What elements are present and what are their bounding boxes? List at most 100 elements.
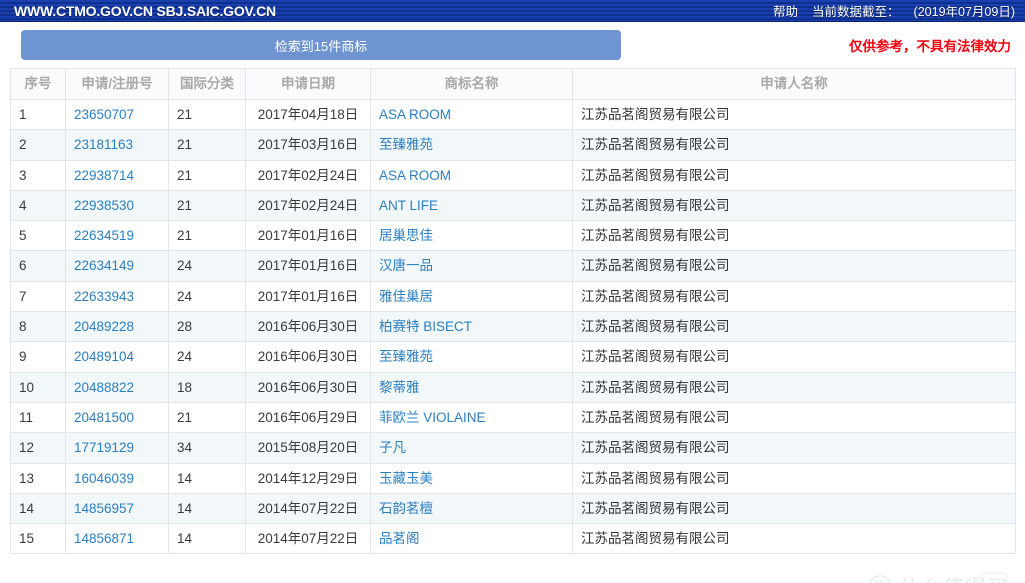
cell-intl-class: 21 [168,220,246,252]
cell-mark-name[interactable]: 雅佳巢居 [370,280,573,313]
cell-regno[interactable]: 20481500 [65,401,169,434]
trademark-name-link[interactable]: 柏赛特 BISECT [379,319,472,334]
trademark-name-link[interactable]: 菲欧兰 VIOLAINE [379,410,486,425]
results-table-container: 序号 申请/注册号 国际分类 申请日期 商标名称 申请人名称 1 23650707… [0,68,1025,555]
cell-seq: 13 [10,462,66,494]
cell-regno[interactable]: 22633943 [65,280,169,313]
cell-regno[interactable]: 23650707 [65,98,169,131]
cell-mark-name[interactable]: 汉唐一品 [370,250,573,282]
registration-number-link[interactable]: 22634149 [74,258,134,273]
cell-mark-name[interactable]: 柏赛特 BISECT [370,311,573,343]
registration-number-link[interactable]: 20481500 [74,410,134,425]
cell-intl-class: 24 [168,341,246,373]
cell-intl-class: 14 [168,492,246,525]
trademark-name-link[interactable]: 居巢思佳 [379,228,433,243]
trademark-name-link[interactable]: 玉藏玉美 [379,471,433,486]
table-row: 13 16046039 14 2014年12月29日 玉藏玉美 江苏品茗阁贸易有限公司 [10,462,1016,494]
cell-mark-name[interactable]: 黎蒂雅 [370,371,573,403]
cell-apply-date: 2015年08月20日 [245,432,371,464]
registration-number-link[interactable]: 17719129 [74,440,134,455]
table-row: 3 22938714 21 2017年02月24日 ASA ROOM 江苏品茗阁贸易有限公… [10,159,1016,191]
trademark-name-link[interactable]: 品茗阁 [379,531,420,546]
registration-number-link[interactable]: 22938530 [74,198,134,213]
help-link[interactable]: 帮助 [773,1,798,20]
cell-regno[interactable]: 22938714 [65,159,169,191]
cell-mark-name[interactable]: 石韵茗檀 [370,492,573,525]
column-header-applicant: 申请人名称 [572,68,1016,100]
cell-mark-name[interactable]: 至臻雅苑 [370,341,573,373]
column-header-seq: 序号 [10,68,66,100]
registration-number-link[interactable]: 16046039 [74,471,134,486]
cell-mark-name[interactable]: ASA ROOM [370,159,573,191]
registration-number-link[interactable]: 14856871 [74,531,134,546]
watermark-text: 什么值得买 [899,572,1009,583]
cell-regno[interactable]: 23181163 [65,129,169,161]
cell-mark-name[interactable]: 居巢思佳 [370,220,573,252]
registration-number-link[interactable]: 22938714 [74,168,134,183]
cell-mark-name[interactable]: 菲欧兰 VIOLAINE [370,401,573,434]
results-footer: 总记录数：15|页数：1 / 1 值 什么值得买 [0,554,1025,583]
registration-number-link[interactable]: 20489228 [74,319,134,334]
cell-regno[interactable]: 22938530 [65,189,169,222]
table-row: 4 22938530 21 2017年02月24日 ANT LIFE 江苏品茗阁贸易有限公… [10,189,1016,222]
registration-number-link[interactable]: 22633943 [74,289,134,304]
cell-seq: 6 [10,250,66,282]
cell-regno[interactable]: 20489228 [65,311,169,343]
table-row: 8 20489228 28 2016年06月30日 柏赛特 BISECT 江苏品茗阁贸易有… [10,311,1016,343]
trademark-name-link[interactable]: 汉唐一品 [379,258,433,273]
cell-seq: 9 [10,341,66,373]
cell-intl-class: 24 [168,280,246,313]
cell-mark-name[interactable]: 至臻雅苑 [370,129,573,161]
table-row: 11 20481500 21 2016年06月29日 菲欧兰 VIOLAINE 江苏品茗阁… [10,401,1016,434]
watermark-badge-icon: 值 [868,575,892,583]
column-header-mark-name: 商标名称 [370,68,573,100]
cell-mark-name[interactable]: ASA ROOM [370,98,573,131]
cell-regno[interactable]: 22634149 [65,250,169,282]
trademark-name-link[interactable]: ANT LIFE [379,198,438,213]
registration-number-link[interactable]: 20488822 [74,380,134,395]
trademark-name-link[interactable]: 雅佳巢居 [379,289,433,304]
trademark-name-link[interactable]: ASA ROOM [379,107,451,122]
cell-seq: 8 [10,311,66,343]
trademark-name-link[interactable]: 石韵茗檀 [379,501,433,516]
trademark-name-link[interactable]: 黎蒂雅 [379,380,420,395]
cell-applicant: 江苏品茗阁贸易有限公司 [572,432,1016,464]
cell-regno[interactable]: 14856871 [65,523,169,555]
cell-intl-class: 14 [168,462,246,494]
cell-mark-name[interactable]: 玉藏玉美 [370,462,573,494]
cell-apply-date: 2016年06月30日 [245,311,371,343]
cell-regno[interactable]: 20489104 [65,341,169,373]
trademark-name-link[interactable]: 至臻雅苑 [379,349,433,364]
registration-number-link[interactable]: 22634519 [74,228,134,243]
cell-regno[interactable]: 20488822 [65,371,169,403]
cell-regno[interactable]: 17719129 [65,432,169,464]
table-row: 14 14856957 14 2014年07月22日 石韵茗檀 江苏品茗阁贸易有限公司 [10,492,1016,525]
trademark-results-table: 序号 申请/注册号 国际分类 申请日期 商标名称 申请人名称 1 23650707… [10,68,1016,555]
cell-regno[interactable]: 22634519 [65,220,169,252]
legal-disclaimer: 仅供参考，不具有法律效力 [849,39,1011,54]
table-row: 9 20489104 24 2016年06月30日 至臻雅苑 江苏品茗阁贸易有限公司 [10,341,1016,373]
cell-seq: 15 [10,523,66,555]
table-row: 15 14856871 14 2014年07月22日 品茗阁 江苏品茗阁贸易有限公司 [10,523,1016,555]
registration-number-link[interactable]: 20489104 [74,349,134,364]
result-count-button[interactable]: 检索到15件商标 [21,30,621,60]
cell-regno[interactable]: 16046039 [65,462,169,494]
cell-regno[interactable]: 14856957 [65,492,169,525]
table-row: 12 17719129 34 2015年08月20日 子凡 江苏品茗阁贸易有限公司 [10,432,1016,464]
cell-mark-name[interactable]: ANT LIFE [370,189,573,222]
cell-apply-date: 2017年01月16日 [245,250,371,282]
trademark-name-link[interactable]: 至臻雅苑 [379,137,433,152]
registration-number-link[interactable]: 23650707 [74,107,134,122]
registration-number-link[interactable]: 23181163 [74,137,133,152]
cell-seq: 11 [10,401,66,434]
trademark-name-link[interactable]: ASA ROOM [379,168,451,183]
table-row: 10 20488822 18 2016年06月30日 黎蒂雅 江苏品茗阁贸易有限公司 [10,371,1016,403]
trademark-name-link[interactable]: 子凡 [379,440,406,455]
cell-apply-date: 2016年06月29日 [245,401,371,434]
cell-apply-date: 2016年06月30日 [245,371,371,403]
cell-mark-name[interactable]: 子凡 [370,432,573,464]
cell-mark-name[interactable]: 品茗阁 [370,523,573,555]
cell-applicant: 江苏品茗阁贸易有限公司 [572,129,1016,161]
registration-number-link[interactable]: 14856957 [74,501,134,516]
cell-applicant: 江苏品茗阁贸易有限公司 [572,371,1016,403]
